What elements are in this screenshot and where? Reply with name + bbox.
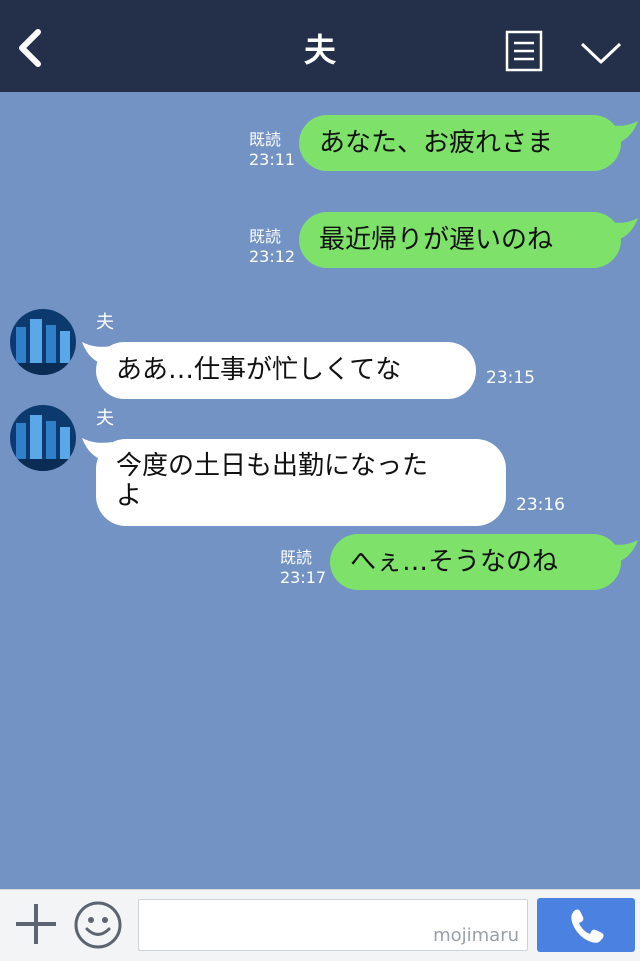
bubble-tail bbox=[608, 121, 638, 145]
composer-bar: mojimaru bbox=[0, 889, 640, 961]
read-receipt: 既読 23:12 bbox=[249, 227, 295, 267]
watermark-text: mojimaru bbox=[433, 925, 519, 946]
contact-avatar[interactable] bbox=[10, 405, 76, 471]
note-icon bbox=[505, 30, 543, 72]
read-label: 既読 bbox=[249, 227, 282, 246]
read-receipt: 既読 23:11 bbox=[249, 130, 295, 170]
sender-name: 夫 bbox=[96, 312, 114, 333]
more-options-button[interactable] bbox=[578, 36, 624, 68]
plus-icon bbox=[16, 904, 56, 944]
emoji-button[interactable] bbox=[73, 900, 123, 950]
message-text-line: 今度の土日も出勤になった bbox=[116, 451, 429, 481]
message-time: 23:17 bbox=[280, 568, 327, 587]
their-message-bubble[interactable]: ああ…仕事が忙しくてな bbox=[96, 342, 476, 399]
avatar-image bbox=[10, 405, 76, 471]
my-message-bubble[interactable]: へぇ…そうなのね bbox=[330, 534, 621, 590]
my-message-bubble[interactable]: 最近帰りが遅いのね bbox=[299, 212, 621, 268]
chat-title: 夫 bbox=[303, 31, 336, 69]
message-time: 23:16 bbox=[516, 495, 565, 515]
read-label: 既読 bbox=[280, 548, 313, 567]
read-receipt: 既読 23:17 bbox=[280, 548, 326, 588]
smiley-icon bbox=[74, 901, 122, 949]
avatar-image bbox=[10, 309, 76, 375]
message-time: 23:15 bbox=[486, 368, 535, 388]
their-message-bubble[interactable]: 今度の土日も出勤になった よ bbox=[96, 439, 506, 526]
sender-name: 夫 bbox=[96, 408, 114, 429]
phone-icon bbox=[571, 909, 604, 943]
my-message-bubble[interactable]: あなた、お疲れさま bbox=[299, 115, 621, 171]
contact-avatar[interactable] bbox=[10, 309, 76, 375]
message-input[interactable]: mojimaru bbox=[138, 899, 528, 951]
call-button[interactable] bbox=[537, 898, 635, 952]
chevron-down-icon bbox=[580, 42, 622, 64]
add-button[interactable] bbox=[14, 902, 58, 946]
note-button[interactable] bbox=[505, 30, 543, 72]
read-label: 既読 bbox=[249, 130, 282, 149]
chat-area: 既読 23:11 あなた、お疲れさま 既読 23:12 最近帰りが遅いのね 夫 … bbox=[0, 92, 640, 889]
message-time: 23:11 bbox=[249, 150, 296, 169]
bubble-tail bbox=[608, 218, 638, 242]
message-time: 23:12 bbox=[249, 247, 296, 266]
bubble-tail bbox=[608, 540, 638, 564]
message-text-line: よ bbox=[116, 481, 143, 511]
chat-header: 夫 bbox=[0, 0, 640, 92]
